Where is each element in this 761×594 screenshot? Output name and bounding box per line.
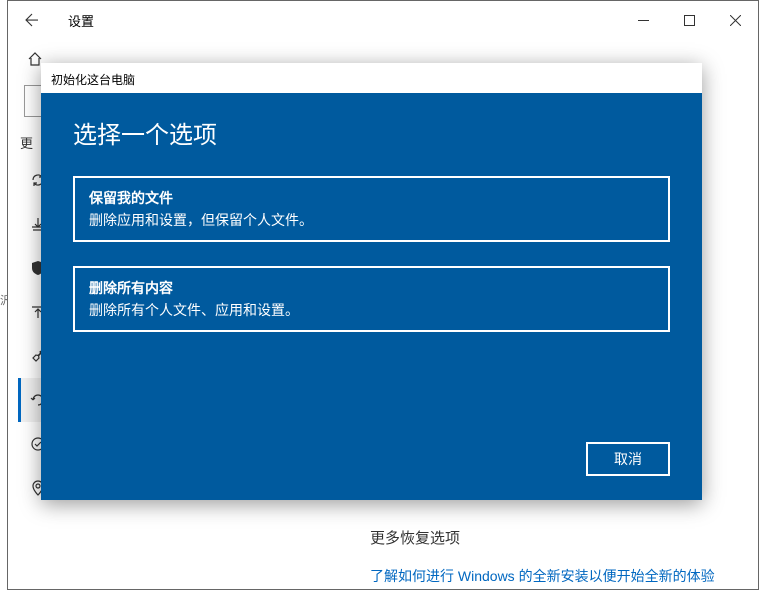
dialog-footer: 取消 — [73, 442, 670, 484]
option-remove-everything[interactable]: 删除所有内容 删除所有个人文件、应用和设置。 — [73, 266, 670, 332]
maximize-button[interactable] — [666, 5, 712, 35]
minimize-icon — [638, 15, 649, 26]
option-keep-files-title: 保留我的文件 — [89, 188, 654, 208]
arrow-left-icon — [23, 11, 41, 29]
option-remove-desc: 删除所有个人文件、应用和设置。 — [89, 300, 654, 320]
window-controls — [620, 5, 758, 35]
more-recovery-heading: 更多恢复选项 — [370, 527, 728, 548]
close-button[interactable] — [712, 5, 758, 35]
reset-pc-dialog: 初始化这台电脑 选择一个选项 保留我的文件 删除应用和设置，但保留个人文件。 删… — [41, 63, 702, 500]
option-remove-title: 删除所有内容 — [89, 278, 654, 298]
close-icon — [730, 15, 741, 26]
cancel-button[interactable]: 取消 — [586, 442, 670, 476]
option-keep-files-desc: 删除应用和设置，但保留个人文件。 — [89, 210, 654, 230]
option-keep-files[interactable]: 保留我的文件 删除应用和设置，但保留个人文件。 — [73, 176, 670, 242]
maximize-icon — [684, 15, 695, 26]
fresh-install-link[interactable]: 了解如何进行 Windows 的全新安装以便开始全新的体验 — [370, 566, 728, 586]
dialog-heading: 选择一个选项 — [73, 115, 670, 150]
titlebar: 设置 — [8, 1, 758, 39]
dialog-body: 选择一个选项 保留我的文件 删除应用和设置，但保留个人文件。 删除所有内容 删除… — [41, 93, 702, 500]
back-button[interactable] — [16, 4, 48, 36]
minimize-button[interactable] — [620, 5, 666, 35]
dialog-titlebar: 初始化这台电脑 — [41, 63, 702, 93]
window-title: 设置 — [68, 11, 94, 30]
